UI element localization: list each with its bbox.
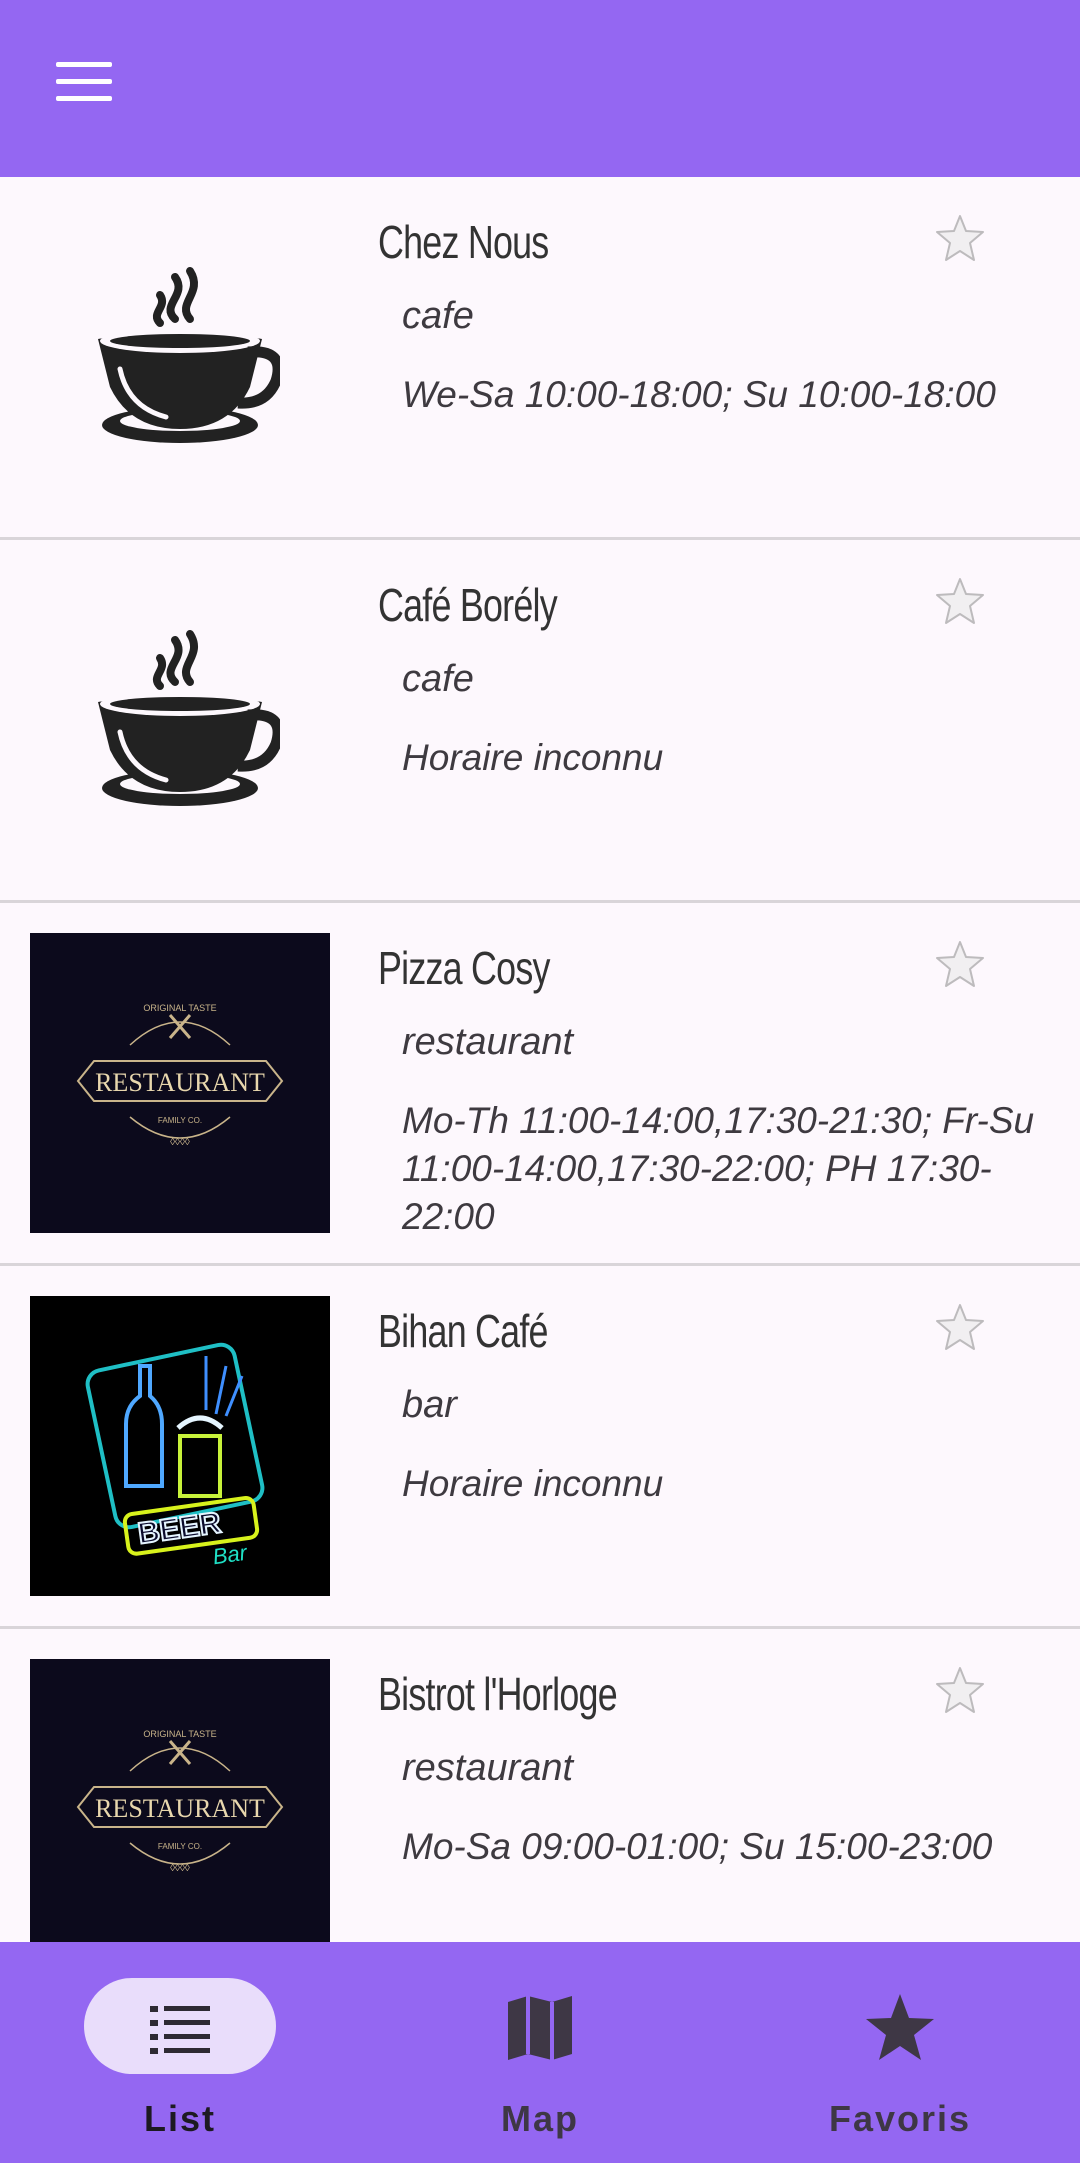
list-item[interactable]: Chez Nous cafe We-Sa 10:00-18:00; Su 10:…: [0, 177, 1080, 540]
svg-text:ORIGINAL TASTE: ORIGINAL TASTE: [143, 1003, 216, 1013]
list-item[interactable]: Café Borély cafe Horaire inconnu: [0, 540, 1080, 903]
svg-text:FAMILY CO.: FAMILY CO.: [158, 1116, 202, 1125]
nav-label: Map: [501, 2098, 579, 2139]
places-list[interactable]: Chez Nous cafe We-Sa 10:00-18:00; Su 10:…: [0, 177, 1080, 1942]
favorite-star-icon[interactable]: [934, 1302, 986, 1352]
place-category: restaurant: [402, 1021, 574, 1063]
hamburger-menu-icon[interactable]: [52, 58, 116, 106]
favorite-star-icon[interactable]: [934, 213, 986, 263]
coffee-cup-icon: [30, 570, 330, 870]
svg-text:ORIGINAL TASTE: ORIGINAL TASTE: [143, 1729, 216, 1739]
svg-text:RESTAURANT: RESTAURANT: [95, 1068, 265, 1097]
favorite-star-icon[interactable]: [934, 1665, 986, 1715]
svg-text:RESTAURANT: RESTAURANT: [95, 1794, 265, 1823]
place-name: Bihan Café: [378, 1305, 549, 1357]
place-category: restaurant: [402, 1747, 574, 1789]
place-hours: Mo-Sa 09:00-01:00; Su 15:00-23:00: [402, 1826, 993, 1867]
list-item[interactable]: BEER Bar Bihan Café bar Horaire inconnu: [0, 1266, 1080, 1629]
place-name: Pizza Cosy: [378, 942, 550, 994]
list-item[interactable]: ORIGINAL TASTE RESTAURANT FAMILY CO. ◊◊◊…: [0, 1629, 1080, 1942]
svg-text:FAMILY CO.: FAMILY CO.: [158, 1842, 202, 1851]
place-hours: Mo-Th 11:00-14:00,17:30-21:30; Fr-Su 11:…: [402, 1100, 1035, 1237]
favorite-star-icon[interactable]: [934, 576, 986, 626]
place-category: cafe: [402, 658, 474, 700]
place-hours: Horaire inconnu: [402, 1463, 664, 1504]
restaurant-logo: ORIGINAL TASTE RESTAURANT FAMILY CO. ◊◊◊…: [30, 1659, 330, 1942]
svg-text:Bar: Bar: [211, 1540, 250, 1570]
coffee-cup-icon: [30, 207, 330, 507]
place-name: Bistrot l'Horloge: [378, 1668, 618, 1720]
place-category: cafe: [402, 295, 474, 337]
beer-bar-neon: BEER Bar: [30, 1296, 330, 1596]
place-name: Chez Nous: [378, 216, 549, 268]
list-icon: [150, 2006, 210, 2054]
nav-item-favoris[interactable]: Favoris: [720, 1942, 1080, 2163]
place-hours: Horaire inconnu: [402, 737, 664, 778]
svg-text:◊◊◊◊: ◊◊◊◊: [170, 1863, 190, 1874]
app-bar: [0, 0, 1080, 177]
nav-item-map[interactable]: Map: [360, 1942, 720, 2163]
restaurant-logo: ORIGINAL TASTE RESTAURANT FAMILY CO. ◊◊◊…: [30, 933, 330, 1233]
nav-label: Favoris: [828, 2098, 972, 2139]
place-category: bar: [402, 1384, 457, 1426]
map-icon: [508, 1996, 572, 2060]
favorite-star-icon[interactable]: [934, 939, 986, 989]
bottom-navigation: List Map Favoris: [0, 1942, 1080, 2163]
place-name: Café Borély: [378, 579, 558, 631]
nav-item-list[interactable]: List: [0, 1942, 360, 2163]
place-hours: We-Sa 10:00-18:00; Su 10:00-18:00: [402, 374, 996, 415]
star-icon: [866, 1994, 934, 2060]
list-item[interactable]: ORIGINAL TASTE RESTAURANT FAMILY CO. ◊◊◊…: [0, 903, 1080, 1266]
svg-text:◊◊◊◊: ◊◊◊◊: [170, 1137, 190, 1148]
nav-label: List: [143, 2098, 216, 2139]
